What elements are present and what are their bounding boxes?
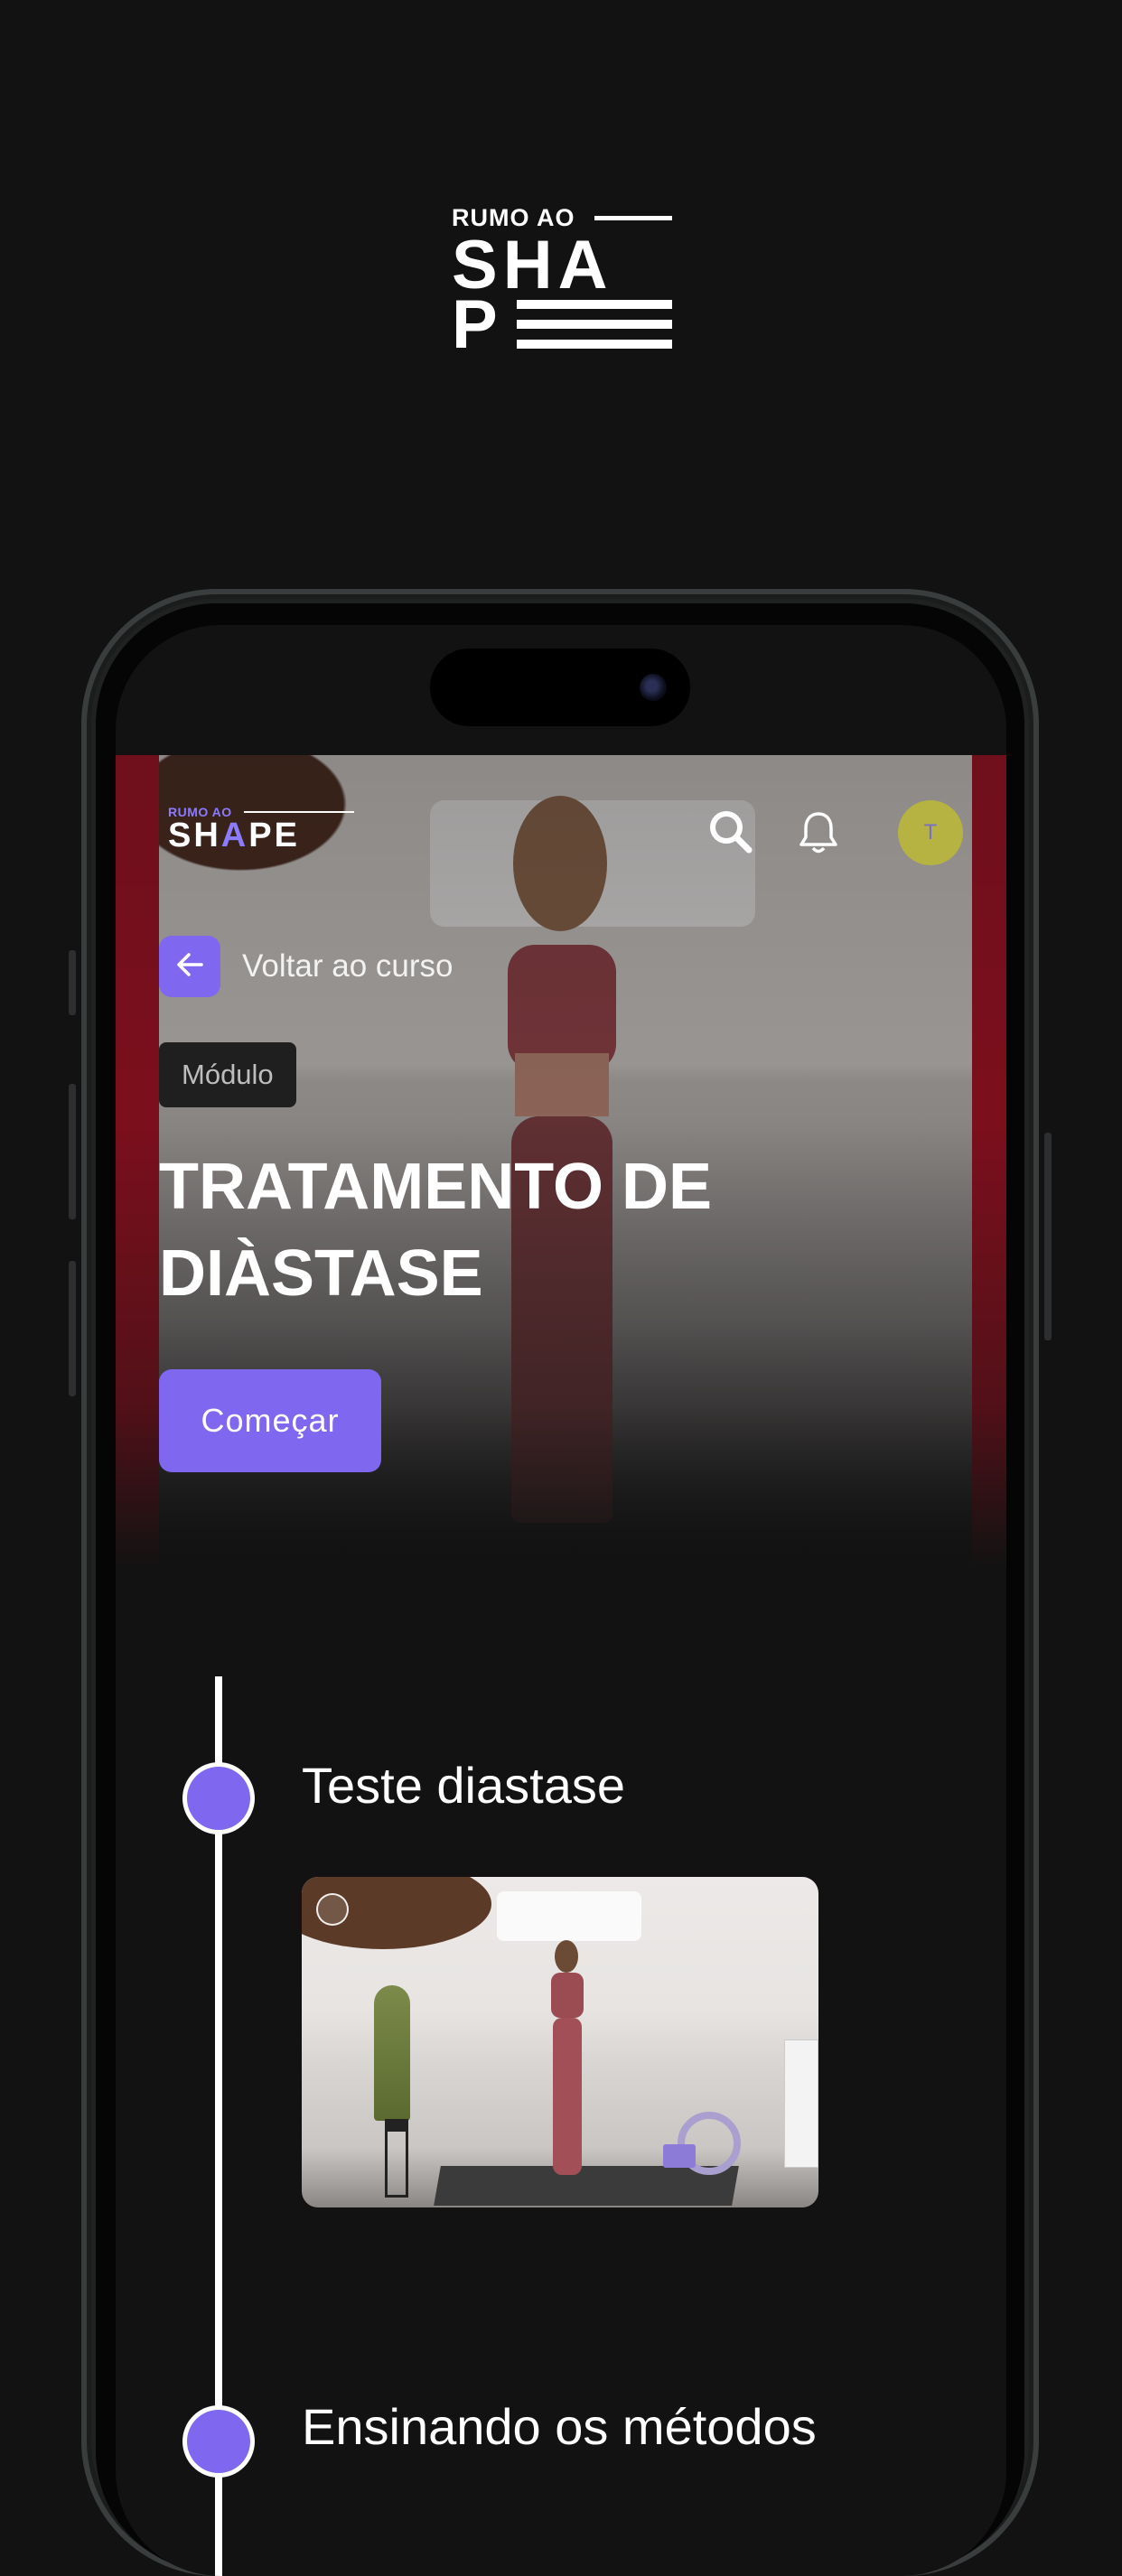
phone-side-button [69,950,76,1015]
back-to-course-link[interactable]: Voltar ao curso [242,948,453,985]
timeline-node [187,1767,250,1830]
module-title: TRATAMENTO DE DIÀSTASE [159,1151,712,1310]
bell-icon[interactable] [793,807,844,858]
phone-screen: RUMO AO SHAPE T Voltar ao curso Módulo T… [116,625,1006,2576]
completion-check-icon[interactable] [316,1893,349,1926]
phone-side-button [69,1084,76,1219]
lesson-title[interactable]: Teste diastase [302,1756,625,1815]
promo-logo: RUMO AO SHA P [452,204,672,363]
promo-logo-line2: P [452,286,503,363]
phone-side-button [69,1261,76,1396]
logo-bar [517,300,672,309]
app-logo-rule [244,811,354,813]
back-button[interactable] [159,936,220,997]
module-badge: Módulo [159,1042,296,1107]
app-logo[interactable]: RUMO AO SHAPE [168,805,358,854]
arrow-left-icon [176,952,203,982]
logo-bar [517,320,672,329]
logo-bar [517,340,672,349]
app-logo-main-text: SHAPE [168,817,300,854]
logo-rule [594,216,672,220]
dynamic-island [430,649,690,726]
lesson-title[interactable]: Ensinando os métodos [302,2397,817,2456]
lesson-thumbnail[interactable] [302,1877,818,2207]
start-button[interactable]: Começar [159,1369,381,1472]
avatar[interactable]: T [898,800,963,865]
camera-icon [640,674,667,701]
hero-section: RUMO AO SHAPE T Voltar ao curso Módulo T… [116,755,1006,1568]
timeline-node [187,2410,250,2473]
search-icon[interactable] [705,806,755,856]
phone-side-button [1044,1133,1052,1340]
